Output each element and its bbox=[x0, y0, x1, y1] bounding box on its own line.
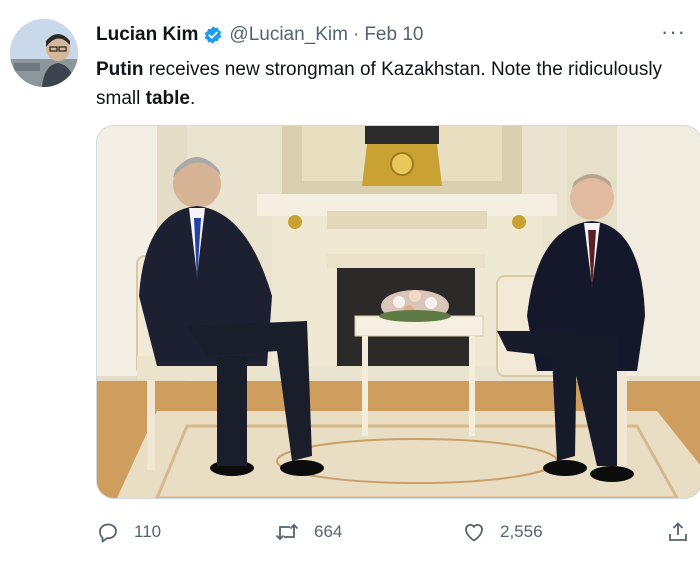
retweet-count: 664 bbox=[314, 522, 343, 541]
tweet-text-bold-putin: Putin bbox=[96, 59, 144, 80]
tweet-text: Putin receives new strongman of Kazakhst… bbox=[96, 55, 686, 113]
tweet-card[interactable]: Lucian Kim @Lucian_Kim · Feb 10 ··· Puti… bbox=[0, 0, 700, 574]
retweet-icon bbox=[275, 523, 299, 541]
tweet-text-end: . bbox=[189, 88, 196, 109]
share-icon bbox=[669, 522, 687, 541]
verified-badge-icon bbox=[203, 25, 223, 45]
reply-icon bbox=[99, 523, 117, 543]
author-avatar[interactable] bbox=[10, 19, 78, 87]
like-count: 2,556 bbox=[500, 522, 543, 541]
tweet-text-bold-table: table bbox=[145, 88, 190, 109]
tweet-header: Lucian Kim @Lucian_Kim · Feb 10 ··· bbox=[96, 21, 690, 48]
like-button[interactable]: 2,556 bbox=[462, 514, 543, 550]
tweet-photo[interactable] bbox=[96, 125, 700, 499]
retweet-button[interactable]: 664 bbox=[274, 514, 342, 550]
author-name[interactable]: Lucian Kim bbox=[96, 24, 198, 46]
header-separator: · bbox=[352, 24, 360, 45]
reply-count: 110 bbox=[134, 522, 162, 541]
tweet-actions: 110 664 2,556 bbox=[96, 514, 696, 550]
more-icon[interactable]: ··· bbox=[661, 21, 686, 43]
reply-button[interactable]: 110 bbox=[96, 514, 161, 550]
share-button[interactable] bbox=[666, 514, 700, 550]
tweet-date[interactable]: Feb 10 bbox=[364, 24, 423, 46]
author-handle[interactable]: @Lucian_Kim bbox=[229, 24, 348, 46]
heart-icon bbox=[465, 524, 483, 542]
